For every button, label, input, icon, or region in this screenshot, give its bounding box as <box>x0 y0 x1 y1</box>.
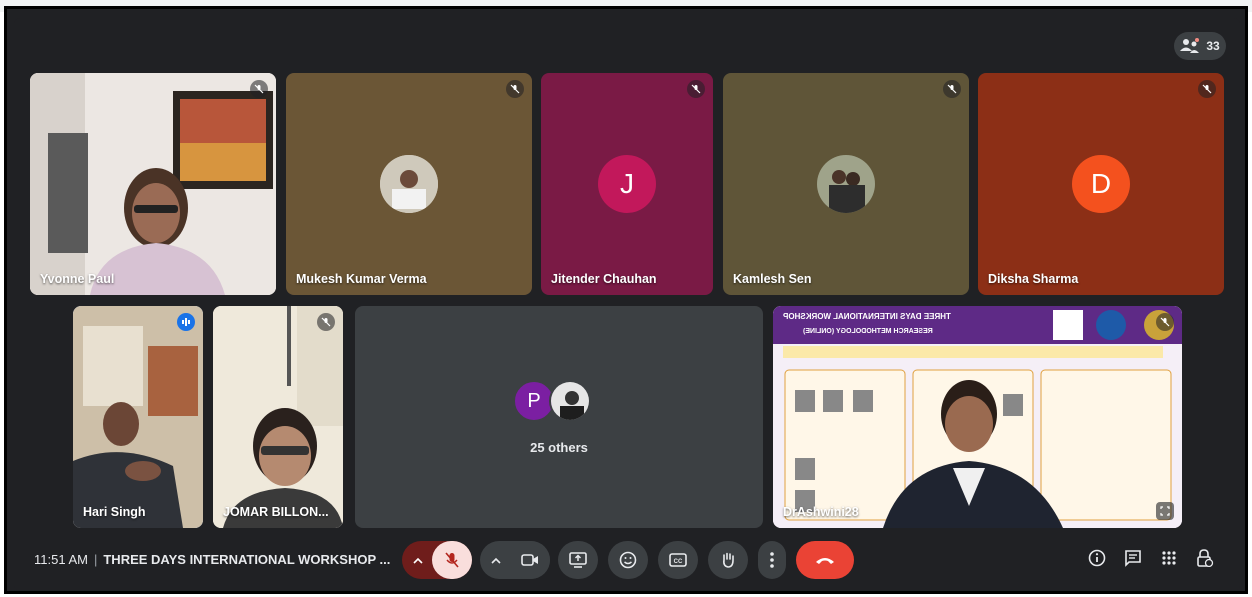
captions-button[interactable]: CC <box>658 541 698 579</box>
divider: | <box>93 552 98 567</box>
participant-name: Yvonne Paul <box>40 272 115 286</box>
mic-off-icon <box>1202 84 1212 94</box>
participant-video <box>30 73 276 295</box>
avatar-photo <box>380 155 438 213</box>
activities-button[interactable] <box>1159 548 1179 568</box>
participant-video <box>213 306 343 528</box>
participant-tile-jitender[interactable]: J Jitender Chauhan <box>541 73 713 295</box>
others-tile[interactable]: P 25 others <box>355 306 763 528</box>
activities-icon <box>1162 551 1176 565</box>
participant-tile-yvonne[interactable]: Yvonne Paul <box>30 73 276 295</box>
participant-tile-kamlesh[interactable]: Kamlesh Sen <box>723 73 969 295</box>
chat-icon <box>1125 550 1141 567</box>
avatar-initial: D <box>1090 168 1112 199</box>
mic-muted-indicator <box>1156 313 1174 331</box>
mic-muted-indicator <box>317 313 335 331</box>
end-call-icon <box>816 558 834 564</box>
svg-text:CC: CC <box>674 559 683 565</box>
avatar-photo <box>817 155 875 213</box>
mic-muted-indicator <box>506 80 524 98</box>
participant-name: Hari Singh <box>83 505 146 519</box>
mic-off-icon <box>1160 317 1170 327</box>
present-icon <box>569 552 587 568</box>
host-controls-icon <box>1197 549 1214 567</box>
mic-off-icon <box>254 84 264 94</box>
info-icon <box>1088 549 1106 567</box>
control-bar: 11:51 AM | THREE DAYS INTERNATIONAL WORKSH… <box>14 538 1240 582</box>
meeting-time: 11:51 AM <box>34 552 88 567</box>
avatar <box>817 155 875 213</box>
camera-icon <box>521 554 538 566</box>
more-options-button[interactable] <box>758 541 786 579</box>
mic-off-icon <box>445 552 459 568</box>
mic-muted-indicator <box>687 80 705 98</box>
participant-tile-diksha[interactable]: D Diksha Sharma <box>978 73 1224 295</box>
raise-hand-button[interactable] <box>708 541 748 579</box>
meet-window: 33 Yvonne Paul Mukesh Kumar Verma J Jite… <box>14 18 1240 591</box>
reactions-button[interactable] <box>608 541 648 579</box>
participant-tile-drashwini[interactable]: THREE DAYS INTERNATIONAL WORKSHOP RESEAR… <box>773 306 1182 528</box>
people-icon <box>1180 38 1200 53</box>
pin-button[interactable] <box>1156 502 1174 520</box>
leave-call-button[interactable] <box>796 541 854 579</box>
mic-muted-indicator <box>1198 80 1216 98</box>
participant-video <box>73 306 203 528</box>
shared-poster-video <box>773 306 1182 528</box>
frame-icon <box>1160 506 1170 516</box>
participants-button[interactable]: 33 <box>1174 32 1226 60</box>
speaking-indicator <box>177 313 195 331</box>
mic-off-icon <box>947 84 957 94</box>
audio-options-button[interactable] <box>408 551 428 569</box>
captions-icon: CC <box>669 553 687 567</box>
chevron-up-icon <box>413 557 423 564</box>
chevron-up-icon <box>491 557 501 564</box>
participant-name: Diksha Sharma <box>988 272 1079 286</box>
participant-name: Mukesh Kumar Verma <box>296 272 427 286</box>
others-avatar-photo <box>549 380 591 422</box>
avatar-photo <box>551 382 589 420</box>
participant-name: JOMAR BILLON... <box>223 505 329 519</box>
audio-level-icon <box>182 318 190 326</box>
chat-button[interactable] <box>1123 548 1143 568</box>
mic-toggle-button[interactable] <box>432 541 472 579</box>
participant-tile-hari[interactable]: Hari Singh <box>73 306 203 528</box>
participant-name: Jitender Chauhan <box>551 272 657 286</box>
emoji-icon <box>619 551 637 569</box>
mic-control-group <box>402 541 472 579</box>
avatar-initial: P <box>527 389 541 412</box>
video-options-button[interactable] <box>486 551 506 569</box>
meeting-title: THREE DAYS INTERNATIONAL WORKSHOP ... <box>103 552 391 567</box>
mic-off-icon <box>321 317 331 327</box>
mic-off-icon <box>691 84 701 94</box>
more-icon <box>770 552 774 568</box>
participant-tile-mukesh[interactable]: Mukesh Kumar Verma <box>286 73 532 295</box>
poster-title: THREE DAYS INTERNATIONAL WORKSHOP <box>783 312 951 321</box>
meeting-details-button[interactable] <box>1087 548 1107 568</box>
avatar <box>380 155 438 213</box>
meeting-info: 11:51 AM | THREE DAYS INTERNATIONAL WORKSH… <box>34 552 390 567</box>
host-controls-button[interactable] <box>1195 548 1215 568</box>
participant-count: 33 <box>1206 39 1220 53</box>
avatar: D <box>1072 155 1130 213</box>
avatar-initial: J <box>620 168 634 199</box>
participant-name: DrAshwini28 <box>783 505 859 519</box>
mic-muted-indicator <box>943 80 961 98</box>
avatar: J <box>598 155 656 213</box>
camera-toggle-button[interactable] <box>510 541 550 579</box>
raise-hand-icon <box>723 552 734 568</box>
others-count-label: 25 others <box>530 440 588 455</box>
participant-name: Kamlesh Sen <box>733 272 812 286</box>
present-button[interactable] <box>558 541 598 579</box>
mic-off-icon <box>510 84 520 94</box>
mic-muted-indicator <box>250 80 268 98</box>
poster-subtitle: RESEARCH METHODOLOGY (ONLINE) <box>803 328 933 335</box>
camera-control-group <box>480 541 550 579</box>
participant-tile-jomar[interactable]: JOMAR BILLON... <box>213 306 343 528</box>
